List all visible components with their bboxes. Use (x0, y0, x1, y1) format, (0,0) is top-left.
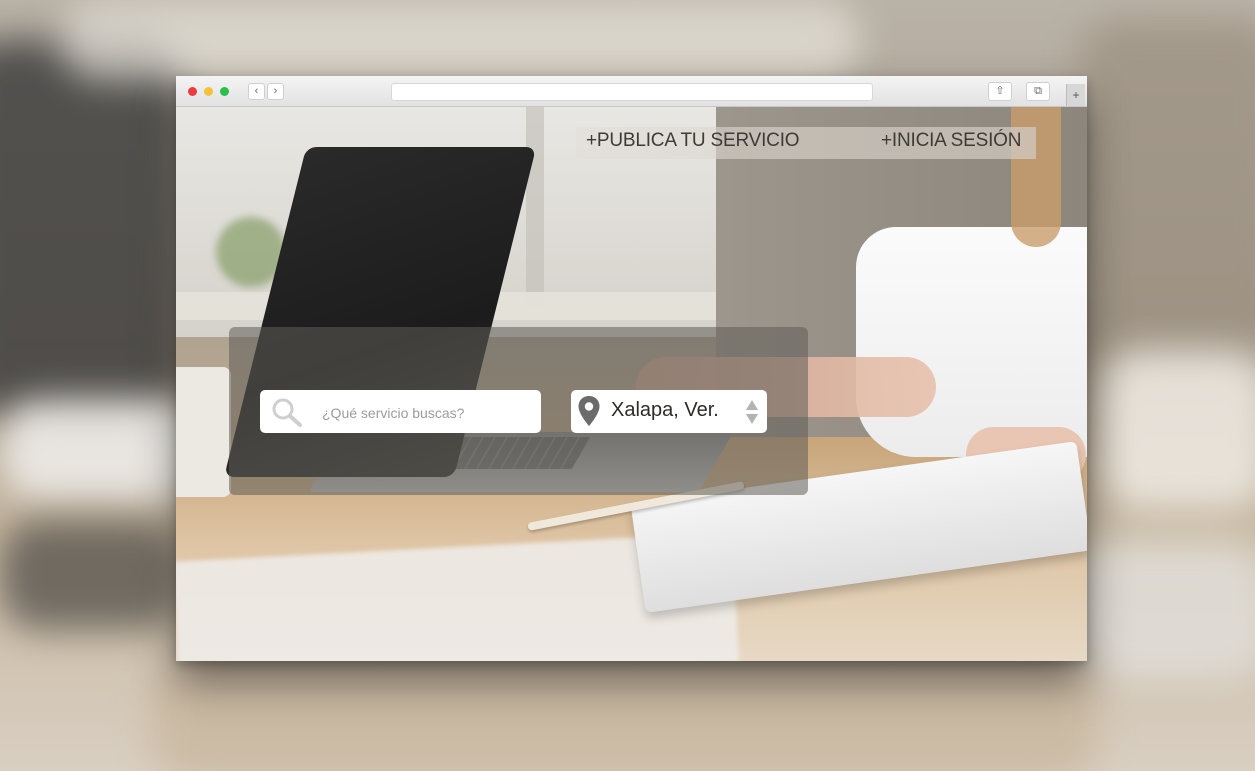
login-link[interactable]: +INICIA SESIÓN (881, 130, 1021, 152)
location-select[interactable]: Xalapa, Ver. (571, 390, 767, 433)
close-window-dot[interactable] (188, 87, 197, 96)
publish-service-link[interactable]: +PUBLICA TU SERVICIO (586, 130, 800, 152)
blurred-laptop-shape (0, 40, 180, 420)
photo-person (856, 227, 1087, 457)
blurred-window-shape (60, 0, 860, 80)
up-down-arrows-icon[interactable] (745, 398, 759, 426)
top-navigation: +PUBLICA TU SERVICIO +INICIA SESIÓN (576, 127, 1036, 159)
service-search-box[interactable] (260, 390, 541, 433)
photo-cup (176, 367, 231, 497)
forward-button[interactable]: › (267, 83, 284, 100)
blurred-object-shape (0, 520, 180, 630)
address-bar[interactable] (391, 83, 873, 101)
back-button[interactable]: ‹ (248, 83, 265, 100)
blurred-desk-shape (150, 660, 1100, 771)
map-pin-icon (578, 396, 600, 426)
blurred-sleeve-shape (1100, 350, 1255, 510)
page-content: +PUBLICA TU SERVICIO +INICIA SESIÓN ¿Qué… (176, 107, 1087, 661)
blurred-notebook-shape (1070, 540, 1255, 680)
search-icon (272, 398, 302, 427)
tabs-icon[interactable]: ⧉ (1026, 82, 1050, 101)
minimize-window-dot[interactable] (204, 87, 213, 96)
browser-window: ‹ › ⇧ ⧉ + +PUBLICA TU SERVICIO +INICIA S… (176, 76, 1087, 661)
service-search-input[interactable] (320, 401, 534, 425)
new-tab-button[interactable]: + (1066, 84, 1085, 106)
blurred-wall-shape (1080, 20, 1255, 360)
photo-window-frame (526, 107, 544, 307)
blurred-background-scene: ‹ › ⇧ ⧉ + +PUBLICA TU SERVICIO +INICIA S… (0, 0, 1255, 771)
search-panel: Xalapa, Ver. (229, 327, 808, 495)
location-selected-value: Xalapa, Ver. (611, 399, 719, 421)
browser-titlebar: ‹ › ⇧ ⧉ + (176, 76, 1087, 107)
maximize-window-dot[interactable] (220, 87, 229, 96)
share-icon[interactable]: ⇧ (988, 82, 1012, 101)
